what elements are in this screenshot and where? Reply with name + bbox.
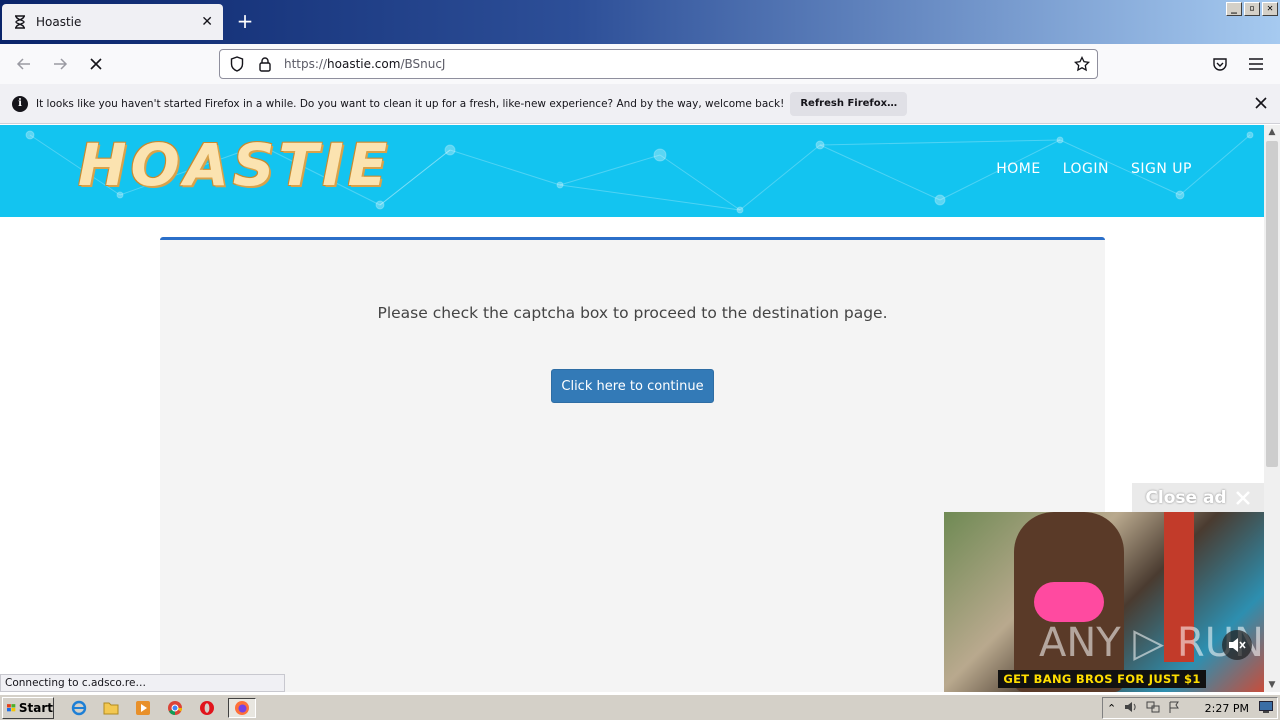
start-label: Start — [18, 701, 53, 715]
show-desktop-icon[interactable] — [1259, 700, 1273, 716]
video-ad[interactable]: ANY ▷ RUN GET BANG BROS FOR JUST $1 — [944, 512, 1264, 692]
url-path: /BSnucJ — [400, 57, 446, 71]
window-controls: _ ▫ ✕ — [1226, 2, 1278, 16]
network-icon[interactable] — [1146, 701, 1160, 716]
status-text: Connecting to c.adsco.re… — [0, 674, 285, 692]
close-window-button[interactable]: ✕ — [1262, 2, 1278, 16]
stop-button[interactable] — [82, 52, 110, 76]
captcha-prompt: Please check the captcha box to proceed … — [377, 304, 888, 322]
bookmark-star-icon[interactable] — [1067, 56, 1097, 72]
flag-icon[interactable] — [1168, 701, 1180, 716]
chrome-icon[interactable] — [164, 698, 186, 718]
nav-toolbar: https://hoastie.com/BSnucJ — [0, 44, 1280, 84]
pocket-icon — [1213, 58, 1227, 71]
back-button[interactable] — [10, 52, 38, 76]
firefox-refresh-notification: i It looks like you haven't started Fire… — [0, 84, 1280, 124]
continue-button[interactable]: Click here to continue — [551, 369, 714, 403]
site-logo[interactable]: HOASTIE — [78, 131, 391, 199]
system-tray: ⌃ 2:27 PM — [1102, 697, 1278, 719]
tab-close-icon[interactable]: ✕ — [201, 14, 213, 30]
site-header: HOASTIE HOME LOGIN SIGN UP — [0, 125, 1264, 217]
arrow-right-icon — [54, 58, 68, 70]
media-player-icon[interactable] — [132, 698, 154, 718]
hourglass-icon — [12, 14, 28, 30]
ad-image-detail — [1034, 582, 1104, 622]
quick-launch — [68, 698, 256, 718]
nav-home-link[interactable]: HOME — [996, 161, 1040, 177]
url-domain: hoastie.com — [327, 57, 401, 71]
firefox-taskbar-icon[interactable] — [228, 698, 256, 718]
close-ad-button[interactable]: Close ad — [1132, 483, 1264, 513]
notification-close-icon[interactable] — [1254, 95, 1268, 114]
ad-banner: GET BANG BROS FOR JUST $1 — [998, 670, 1206, 688]
refresh-firefox-button[interactable]: Refresh Firefox… — [790, 91, 908, 116]
close-ad-label: Close ad — [1145, 488, 1227, 508]
tab-hoastie[interactable]: Hoastie ✕ — [2, 4, 223, 40]
restore-button[interactable]: ▫ — [1244, 2, 1260, 16]
ie-icon[interactable] — [68, 698, 90, 718]
notification-message: It looks like you haven't started Firefo… — [36, 97, 785, 110]
app-menu-button[interactable] — [1242, 52, 1270, 76]
taskbar-clock[interactable]: 2:27 PM — [1205, 702, 1249, 715]
shield-icon[interactable] — [228, 55, 246, 73]
hamburger-menu-icon — [1249, 58, 1263, 70]
start-button[interactable]: Start — [2, 697, 54, 719]
tab-title: Hoastie — [36, 15, 82, 29]
arrow-left-icon — [16, 58, 30, 70]
opera-icon[interactable] — [196, 698, 218, 718]
close-ad-icon — [1235, 491, 1250, 505]
volume-icon[interactable] — [1124, 701, 1138, 716]
new-tab-button[interactable]: + — [234, 10, 256, 32]
scrollbar-thumb[interactable] — [1266, 141, 1278, 467]
minimize-button[interactable]: _ — [1226, 2, 1242, 16]
nav-login-link[interactable]: LOGIN — [1063, 161, 1109, 177]
url-prefix: https:// — [284, 57, 328, 71]
browser-titlebar: Hoastie ✕ + _ ▫ ✕ — [0, 0, 1280, 44]
lock-icon[interactable] — [256, 55, 274, 73]
page-scrollbar[interactable]: ▲ ▼ — [1264, 125, 1280, 692]
site-nav: HOME LOGIN SIGN UP — [996, 161, 1192, 177]
muted-speaker-icon[interactable] — [1222, 630, 1252, 660]
url-bar[interactable]: https://hoastie.com/BSnucJ — [219, 49, 1098, 79]
pocket-button[interactable] — [1206, 52, 1234, 76]
tray-expand-icon[interactable]: ⌃ — [1107, 702, 1116, 715]
nav-signup-link[interactable]: SIGN UP — [1131, 161, 1192, 177]
info-icon: i — [12, 95, 28, 112]
scroll-up-icon[interactable]: ▲ — [1264, 125, 1280, 139]
windows-logo-icon — [7, 704, 16, 712]
scroll-down-icon[interactable]: ▼ — [1264, 678, 1280, 692]
windows-taskbar: Start ⌃ 2:27 PM — [0, 694, 1280, 720]
stop-x-icon — [90, 58, 102, 70]
forward-button[interactable] — [46, 52, 74, 76]
folder-icon[interactable] — [100, 698, 122, 718]
url-text[interactable]: https://hoastie.com/BSnucJ — [284, 57, 1067, 71]
